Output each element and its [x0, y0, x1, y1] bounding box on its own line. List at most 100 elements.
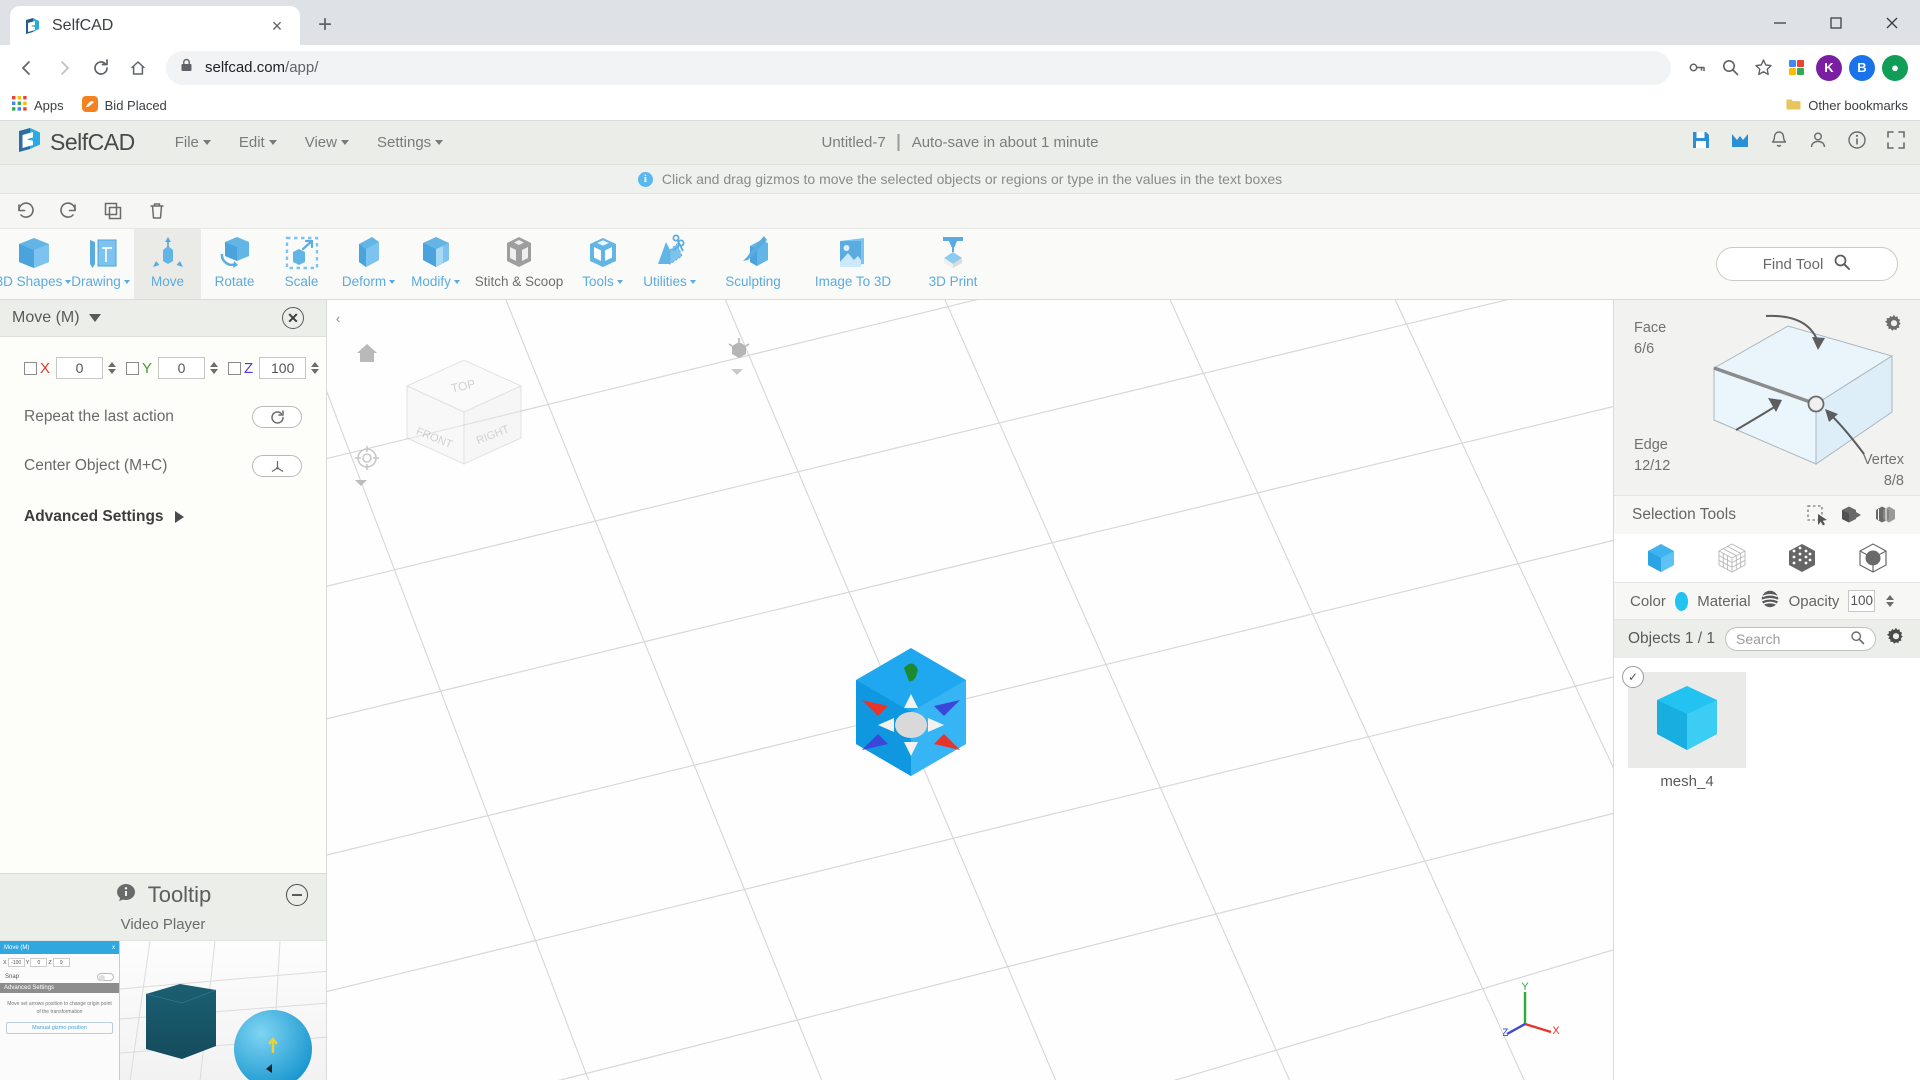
- object-card-mesh-4[interactable]: ✓ mesh_4: [1622, 666, 1746, 790]
- maximize-icon[interactable]: [1808, 0, 1864, 45]
- perspective-cube-icon[interactable]: [727, 338, 751, 367]
- objects-search-input[interactable]: Search: [1725, 627, 1876, 651]
- material-sphere-icon[interactable]: [1760, 589, 1780, 614]
- forward-icon[interactable]: [47, 51, 81, 85]
- box-select-icon[interactable]: [1834, 501, 1868, 529]
- save-icon[interactable]: [1691, 130, 1711, 155]
- info-icon[interactable]: [1847, 130, 1867, 155]
- ribbon-tool-utilities[interactable]: Utilities: [636, 229, 703, 299]
- axis-z-checkbox[interactable]: [228, 361, 242, 375]
- mail-m-icon[interactable]: [1730, 130, 1750, 155]
- new-tab-button[interactable]: +: [308, 8, 342, 42]
- ribbon-tool-sculpting[interactable]: Sculpting: [703, 229, 803, 299]
- wireframe-mode-icon[interactable]: [1711, 540, 1753, 576]
- rectangle-select-icon[interactable]: [1800, 501, 1834, 529]
- orbit-target-icon[interactable]: [354, 445, 380, 476]
- opacity-stepper[interactable]: [1886, 595, 1894, 607]
- video-axis-z-label: Z: [48, 959, 52, 966]
- video-snap-toggle: [97, 973, 114, 981]
- tooltip-video-player[interactable]: Move (M) x X -100 Y 0 Z 9 Snap Advanced …: [0, 940, 326, 1080]
- ribbon-tool-scale[interactable]: Scale: [268, 229, 335, 299]
- center-object-button[interactable]: [252, 455, 302, 477]
- address-bar[interactable]: selfcad.com/app/: [166, 50, 1671, 85]
- extension-icon[interactable]: [1781, 53, 1811, 83]
- document-name[interactable]: Untitled-7: [822, 134, 886, 151]
- view-cube[interactable]: TOP FRONT RIGHT: [369, 336, 559, 491]
- hint-text: Click and drag gizmos to move the select…: [661, 171, 1283, 187]
- reload-icon[interactable]: [84, 51, 118, 85]
- axis-x-input[interactable]: 0: [56, 357, 104, 379]
- repeat-action-button[interactable]: [252, 406, 302, 428]
- app-logo[interactable]: SelfCAD: [14, 125, 135, 160]
- ribbon-tool-move[interactable]: Move: [134, 229, 201, 299]
- home-icon[interactable]: [354, 340, 380, 371]
- close-icon[interactable]: ×: [266, 15, 288, 37]
- through-select-icon[interactable]: [1868, 501, 1902, 529]
- color-swatch[interactable]: [1674, 591, 1689, 611]
- ribbon-tool-drawing[interactable]: Drawing: [67, 229, 134, 299]
- ribbon-tool-3d-print[interactable]: 3D Print: [903, 229, 1003, 299]
- window-close-icon[interactable]: [1864, 0, 1920, 45]
- browser-tab[interactable]: SelfCAD ×: [10, 6, 300, 45]
- viewport-object-mesh[interactable]: [816, 628, 1006, 833]
- bell-icon[interactable]: [1769, 130, 1789, 155]
- advanced-settings-row[interactable]: Advanced Settings: [24, 508, 302, 526]
- chevron-down-icon: [202, 140, 211, 145]
- axis-x-stepper[interactable]: [108, 362, 117, 374]
- back-icon[interactable]: [10, 51, 44, 85]
- fullscreen-icon[interactable]: [1886, 130, 1906, 155]
- profile-b-icon[interactable]: B: [1847, 53, 1877, 83]
- profile-green-icon[interactable]: ●: [1880, 53, 1910, 83]
- ribbon-tool-rotate[interactable]: Rotate: [201, 229, 268, 299]
- axis-y-stepper[interactable]: [210, 362, 219, 374]
- bookmark-bid-placed[interactable]: Bid Placed: [81, 95, 167, 115]
- chevron-down-icon: [689, 279, 696, 284]
- rotate-cube-icon: [212, 234, 258, 272]
- axis-y-input[interactable]: 0: [158, 357, 206, 379]
- menu-file[interactable]: File: [161, 128, 225, 157]
- axis-y-checkbox[interactable]: [126, 361, 140, 375]
- menu-view[interactable]: View: [291, 128, 363, 157]
- home-icon[interactable]: [121, 51, 155, 85]
- object-selected-check[interactable]: ✓: [1622, 666, 1644, 688]
- objects-gear-icon[interactable]: [1886, 627, 1906, 652]
- ribbon-tool-deform[interactable]: Deform: [335, 229, 402, 299]
- delete-icon[interactable]: [142, 196, 172, 226]
- orbit-dropdown-caret[interactable]: [354, 475, 368, 493]
- minimize-icon[interactable]: [286, 884, 308, 906]
- ribbon-tool-image-to-3d[interactable]: Image To 3D: [803, 229, 903, 299]
- video-snap-label: Snap: [5, 974, 20, 980]
- object-mode-icon[interactable]: [1640, 540, 1682, 576]
- user-icon[interactable]: [1808, 130, 1828, 155]
- other-bookmarks[interactable]: Other bookmarks: [1786, 97, 1908, 114]
- ribbon-tool-modify[interactable]: Modify: [402, 229, 469, 299]
- sphere-mode-icon[interactable]: [1852, 540, 1894, 576]
- axis-x-checkbox[interactable]: [24, 361, 37, 375]
- menu-settings[interactable]: Settings: [363, 128, 457, 157]
- vertex-mode-icon[interactable]: [1781, 540, 1823, 576]
- chevron-down-icon: [123, 279, 130, 284]
- panel-collapse-button[interactable]: ‹: [331, 308, 345, 328]
- star-icon[interactable]: [1748, 53, 1778, 83]
- key-icon[interactable]: [1682, 53, 1712, 83]
- undo-icon[interactable]: [10, 196, 40, 226]
- chevron-down-icon[interactable]: [88, 314, 101, 322]
- ribbon-tool-stitch-scoop[interactable]: Stitch & Scoop: [469, 229, 569, 299]
- opacity-input[interactable]: 100: [1848, 590, 1875, 612]
- duplicate-icon[interactable]: [98, 196, 128, 226]
- redo-icon[interactable]: [54, 196, 84, 226]
- bookmark-apps[interactable]: Apps: [12, 96, 64, 114]
- search-icon[interactable]: [1715, 53, 1745, 83]
- ribbon-tool-3d-shapes[interactable]: 3D Shapes: [0, 229, 72, 299]
- close-icon[interactable]: ✕: [282, 307, 304, 329]
- profile-k-icon[interactable]: K: [1814, 53, 1844, 83]
- menu-edit[interactable]: Edit: [225, 128, 291, 157]
- axis-z-stepper[interactable]: [311, 362, 320, 374]
- perspective-dropdown-caret[interactable]: [730, 364, 744, 382]
- find-tool-search[interactable]: Find Tool: [1716, 247, 1898, 281]
- viewport-3d[interactable]: ‹ TOP FRONT RIGHT Y X Z: [327, 300, 1613, 1080]
- minimize-icon[interactable]: [1752, 0, 1808, 45]
- axis-z-input[interactable]: 100: [259, 357, 307, 379]
- chevron-down-icon: [453, 279, 460, 284]
- ribbon-tool-tools[interactable]: Tools: [569, 229, 636, 299]
